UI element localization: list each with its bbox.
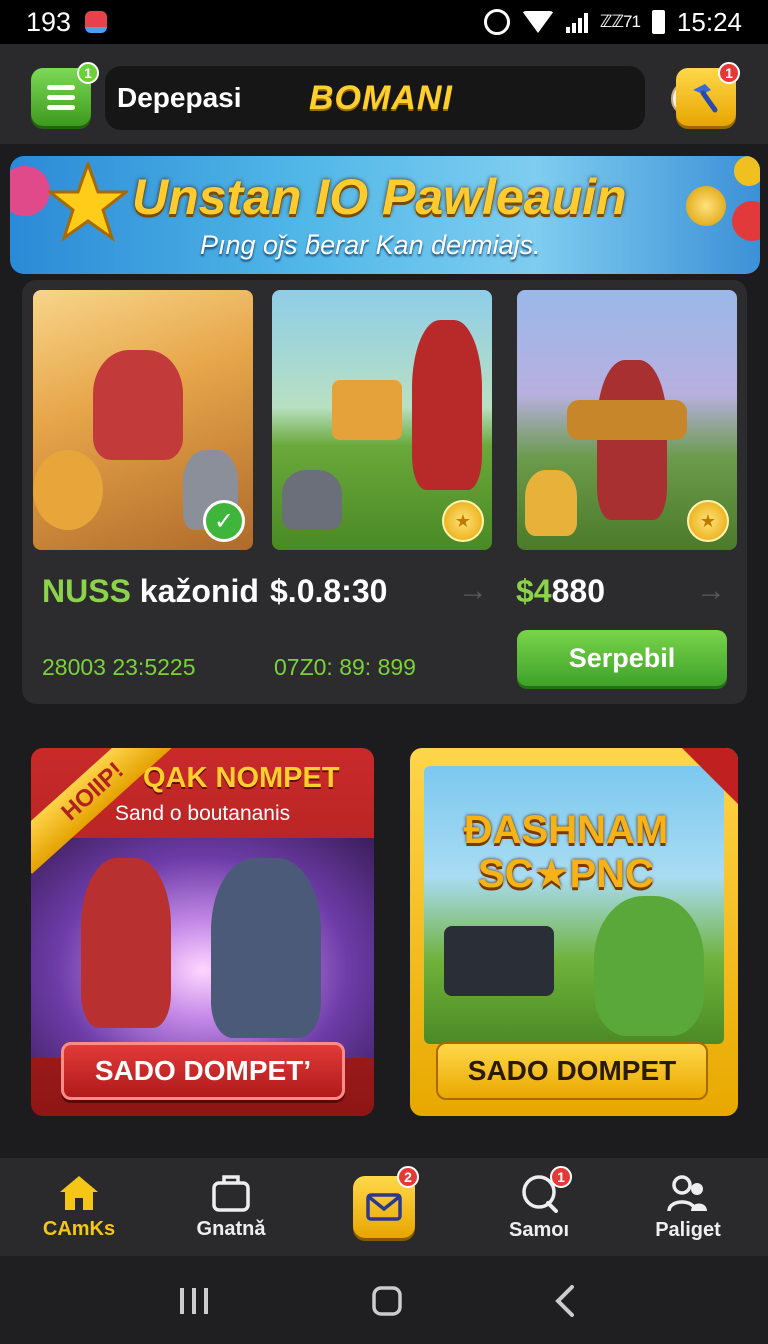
hammer-button[interactable]: 1 — [676, 62, 740, 126]
promo-left-title: QAK NOMPET — [143, 762, 340, 794]
nav-item-home[interactable]: CAmKs — [14, 1158, 144, 1256]
corner-flag — [682, 748, 738, 804]
row2-mid-timer: 07Z0: 89: 899 — [274, 654, 416, 680]
search-bar[interactable]: Depepasi BOMANI 2 — [105, 66, 715, 130]
row1-mid-price: $.0.8:30 — [270, 573, 388, 609]
top-header: 1 Depepasi BOMANI 2 1 — [0, 44, 768, 144]
hammer-icon — [693, 84, 718, 113]
chat-badge: 1 — [550, 1166, 572, 1188]
game-card-2[interactable]: ★ — [272, 290, 492, 550]
promo-card-right[interactable]: ĐASHNAM SC★PNC SADO DOMPET — [410, 748, 738, 1116]
bottom-nav: CAmKs Gnatnǎ 2 Samoı 1 Paliget — [0, 1158, 768, 1256]
menu-button[interactable]: 1 — [31, 62, 99, 126]
nav-item-chat[interactable]: Samoı 1 — [474, 1158, 604, 1256]
nav-label-home: CAmKs — [42, 1217, 116, 1240]
promo-left-subtitle: Sand o boutananis — [115, 802, 291, 825]
check-icon: ✓ — [203, 500, 245, 542]
brightness-icon — [483, 9, 510, 35]
row1-left-green: NUSS — [42, 573, 131, 609]
coin-icon: ★ — [442, 500, 484, 542]
system-nav-bar — [0, 1256, 768, 1344]
row2-left-timer: 28003 23:5225 — [42, 654, 196, 680]
recent-apps-icon[interactable] — [176, 1284, 212, 1316]
home-icon — [60, 1175, 98, 1210]
back-icon[interactable] — [552, 1284, 580, 1318]
people-icon — [667, 1174, 707, 1211]
row1-right-price: $4880 — [516, 573, 605, 610]
arrow-right-icon[interactable]: → — [458, 574, 488, 608]
promo-left-art — [31, 838, 374, 1058]
nav-item-bag[interactable]: Gnatnǎ — [166, 1158, 296, 1256]
menu-icon — [47, 84, 75, 90]
row1-right-green: $4 — [516, 573, 552, 609]
game-card-3[interactable]: ★ — [517, 290, 737, 550]
status-time-left: 193 — [26, 6, 72, 37]
row1-left-text: NUSS kažonid — [42, 573, 259, 610]
network-label: ℤℤ71 — [599, 12, 641, 31]
brand-logo: BOMANI — [309, 78, 453, 117]
nav-label-people: Paliget — [655, 1218, 721, 1241]
home-system-icon[interactable] — [370, 1284, 404, 1318]
promo-banner[interactable]: Unstan IO Pawleauin Pıng oǰs ƃerar Kan d… — [10, 156, 760, 274]
banner-title: Unstan IO Pawleauin — [132, 169, 627, 225]
signal-icon — [565, 11, 588, 33]
nav-label-bag: Gnatnǎ — [196, 1217, 266, 1240]
wifi-icon — [521, 11, 554, 33]
notification-app-icon — [85, 11, 108, 33]
nav-label-chat: Samoı — [508, 1218, 570, 1241]
bag-icon — [212, 1174, 250, 1212]
promo-right-button[interactable]: SADO DOMPET — [436, 1042, 708, 1100]
hammer-badge: 1 — [718, 62, 740, 84]
nav-item-mail[interactable]: 2 — [319, 1158, 449, 1256]
mail-badge: 2 — [397, 1166, 419, 1188]
star-icon — [48, 162, 128, 242]
banner-subtitle: Pıng oǰs ƃerar Kan dermiajs. — [200, 230, 541, 260]
arrow-right-icon[interactable]: → — [696, 574, 726, 608]
nav-item-people[interactable]: Paliget — [623, 1158, 753, 1256]
search-label: Depepasi — [117, 82, 242, 113]
promo-left-button[interactable]: SADO DOMPET’ — [61, 1042, 345, 1100]
coin-icon: ★ — [687, 500, 729, 542]
promo-card-left[interactable]: HOIIP! QAK NOMPET Sand o boutananis SADO… — [31, 748, 374, 1116]
row1-left-white: kažonid — [139, 573, 259, 609]
status-bar: 193 ℤℤ71 15:24 — [0, 0, 768, 44]
serpebil-button[interactable]: Serpebil — [517, 630, 727, 686]
game-card-1[interactable]: ✓ — [33, 290, 253, 550]
games-panel: ✓ ★ ★ NUSS kažonid $.0.8:30 → $4880 → 28… — [22, 280, 747, 704]
mail-icon — [366, 1193, 402, 1221]
status-clock: 15:24 — [676, 6, 742, 37]
row1-right-white: 880 — [551, 573, 605, 609]
promo-right-title: ĐASHNAM SC★PNC — [463, 808, 669, 896]
menu-badge: 1 — [77, 62, 99, 84]
battery-icon — [651, 10, 665, 34]
